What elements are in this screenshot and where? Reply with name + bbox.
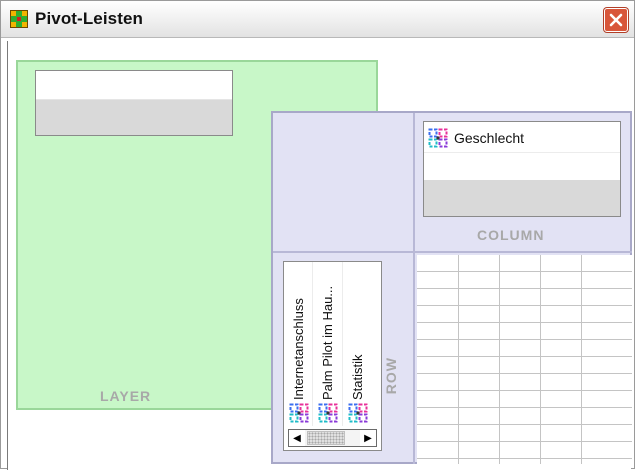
column-list-separator [424, 152, 620, 153]
grid-line [540, 255, 541, 464]
grid-line [581, 255, 582, 464]
pivot-trays-icon [10, 10, 28, 28]
pivot-horizontal-divider [273, 251, 632, 253]
grid-line [458, 255, 459, 464]
column-label: COLUMN [477, 227, 545, 243]
column-item-geschlecht[interactable]: Geschlecht [428, 128, 524, 148]
row-variable-list[interactable]: Internetanschluss Palm Pilot im Hau... S… [283, 261, 382, 451]
grid-line [417, 288, 632, 289]
scroll-left-arrow-icon[interactable]: ◀ [289, 430, 305, 446]
grid-line [417, 441, 632, 442]
row-item-label: Internetanschluss [291, 298, 306, 400]
scroll-right-arrow-icon[interactable]: ▶ [360, 430, 376, 446]
row-item-palm-pilot[interactable]: Palm Pilot im Hau... [316, 262, 340, 426]
layer-label: LAYER [100, 388, 152, 404]
nominal-variable-icon [428, 128, 448, 148]
nominal-variable-icon [318, 403, 338, 423]
pivot-data-grid [417, 255, 632, 464]
layer-list-empty-slot [36, 71, 232, 100]
scrollbar-thumb[interactable] [307, 431, 345, 445]
window-title: Pivot-Leisten [35, 9, 144, 28]
grid-line [417, 373, 632, 374]
row-item-label: Palm Pilot im Hau... [320, 285, 335, 400]
pivot-vertical-divider [413, 113, 415, 464]
nominal-variable-icon [348, 403, 368, 423]
row-label: ROW [383, 357, 399, 395]
pivot-table-area: Geschlecht COLUMN Internetanschluss Palm… [271, 111, 632, 464]
column-item-label: Geschlecht [454, 130, 525, 146]
layer-variable-list[interactable] [35, 70, 233, 136]
grid-line [417, 356, 632, 357]
title-bar[interactable]: Pivot-Leisten [1, 1, 634, 38]
grid-line [417, 271, 632, 272]
grid-line [417, 424, 632, 425]
pivot-trays-window: Pivot-Leisten LAYER Geschlecht COLUMN In… [0, 0, 635, 470]
row-list-horizontal-scrollbar[interactable]: ◀ ▶ [288, 429, 377, 447]
grid-line [417, 322, 632, 323]
grid-line [417, 339, 632, 340]
column-variable-list[interactable]: Geschlecht [423, 121, 621, 217]
close-x-icon [609, 13, 623, 27]
row-item-label: Statistik [350, 354, 365, 400]
close-button[interactable] [604, 8, 628, 32]
grid-line [417, 407, 632, 408]
nominal-variable-icon [289, 403, 309, 423]
row-list-separator [342, 262, 343, 426]
grid-line [417, 305, 632, 306]
grid-line [417, 458, 632, 459]
row-list-separator [312, 262, 313, 426]
grid-line [499, 255, 500, 464]
row-item-internetanschluss[interactable]: Internetanschluss [287, 262, 311, 426]
grid-line [417, 390, 632, 391]
row-item-statistik[interactable]: Statistik [346, 262, 370, 426]
